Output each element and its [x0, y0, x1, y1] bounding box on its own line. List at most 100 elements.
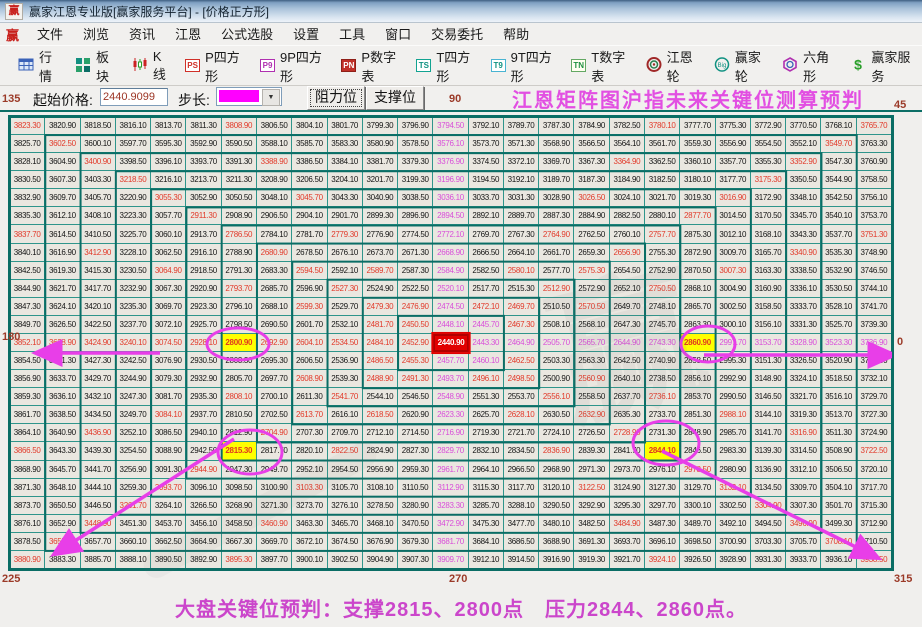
toolbar-item-t-number-table[interactable]: TN T数字表 [563, 43, 637, 89]
grid-cell: 2779.30 [327, 225, 363, 244]
grid-cell: 3112.90 [433, 478, 469, 497]
grid-cell: 3312.10 [786, 460, 822, 479]
grid-cell: 3148.90 [750, 370, 787, 389]
grid-cell: 3228.10 [115, 243, 152, 262]
grid-cell: 3223.30 [115, 207, 152, 226]
grid-cell: 3360.10 [680, 153, 716, 172]
grid-cell: 2649.70 [609, 297, 646, 316]
grid-cell: 3484.90 [609, 514, 646, 533]
grid-cell: 2692.90 [256, 333, 293, 353]
menu-item-9[interactable]: 帮助 [493, 25, 539, 44]
start-price-input[interactable] [100, 88, 168, 106]
grid-cell: 3410.50 [80, 225, 116, 244]
grid-cell: 3554.50 [750, 135, 787, 154]
grid-cell: 3115.30 [468, 478, 504, 497]
menu-item-6[interactable]: 工具 [329, 25, 375, 44]
grid-cell: 2767.30 [503, 225, 540, 244]
grid-cell: 3856.90 [10, 370, 46, 389]
grid-cell: 2980.90 [715, 460, 751, 479]
grid-cell: 2971.30 [574, 460, 610, 479]
grid-cell: 3220.90 [115, 189, 152, 208]
grid-cell: 2520.10 [433, 279, 469, 298]
badge-icon: T9 [490, 59, 506, 72]
grid-cell: 3823.30 [10, 117, 46, 136]
grid-cell: 2618.50 [362, 406, 399, 425]
step-color-dropdown[interactable]: ▼ [216, 87, 282, 106]
grid-cell: 3770.50 [786, 117, 822, 136]
grid-cell: 2584.90 [433, 261, 469, 280]
grid-cell: 2947.30 [221, 460, 257, 479]
grid-cell: 3907.30 [398, 550, 434, 569]
grid-cell: 3309.70 [786, 478, 822, 497]
grid-cell: 3316.90 [786, 424, 822, 443]
toolbar-item-9t-square[interactable]: T9 9T四方形 [483, 43, 564, 89]
toolbar-item-gann-wheel[interactable]: 江恩轮 [638, 43, 706, 89]
grid-cell: 2973.70 [609, 460, 646, 479]
support-button[interactable]: 支撑位 [366, 86, 424, 110]
menu-item-3[interactable]: 江恩 [165, 25, 211, 44]
resistance-button[interactable]: 阻力位 [307, 86, 365, 110]
grid-cell: 2808.10 [221, 388, 257, 407]
toolbar-item-p-number-table[interactable]: PN P数字表 [333, 43, 408, 89]
toolbar-item-winner-wheel[interactable]: Big 赢家轮 [706, 43, 774, 89]
grid-cell: 3588.10 [256, 135, 293, 154]
grid-cell: 2784.10 [256, 225, 293, 244]
grid-cell: 2755.30 [645, 243, 681, 262]
grid-cell: 2508.10 [539, 315, 575, 334]
toolbar-item-winner-service[interactable]: $ 赢家服务 [842, 43, 922, 89]
grid-cell: 2868.10 [680, 279, 716, 298]
toolbar-item-p-square[interactable]: PS P四方形 [177, 43, 252, 89]
grid-cell: 2966.50 [503, 460, 540, 479]
grid-cell: 3290.50 [539, 496, 575, 515]
chevron-down-icon[interactable]: ▼ [262, 89, 280, 106]
grid-cell: 2863.30 [680, 315, 716, 334]
grid-cell: 3021.70 [645, 189, 681, 208]
toolbar-item-quotes[interactable]: 行情 [10, 43, 67, 89]
grid-cell: 2532.10 [327, 315, 363, 334]
menu-item-4[interactable]: 公式选股 [211, 25, 283, 44]
menu-item-1[interactable]: 浏览 [73, 25, 119, 44]
grid-cell: 3480.10 [539, 514, 575, 533]
grid-cell: 2486.50 [362, 352, 399, 371]
grid-cell: 2740.90 [645, 352, 681, 371]
menu-item-8[interactable]: 交易委托 [421, 25, 493, 44]
grid-cell: 3753.70 [856, 207, 892, 226]
grid-cell: 3662.50 [151, 532, 187, 551]
grid-cell: 3336.10 [786, 279, 822, 298]
grid-cell: 3057.70 [151, 207, 187, 226]
grid-cell: 3700.90 [715, 532, 751, 551]
grid-cell: 2666.50 [468, 243, 504, 262]
grid-cell: 3031.30 [503, 189, 540, 208]
grid-cell: 3607.30 [45, 171, 81, 190]
toolbar-item-9p-square[interactable]: P9 9P四方形 [252, 43, 333, 89]
grid-cell: 3734.50 [856, 352, 892, 371]
grid-cell: 3614.50 [45, 225, 81, 244]
toolbar-item-sectors[interactable]: 板块 [67, 43, 124, 89]
grid-cell: 3746.50 [856, 261, 892, 280]
grid-cell: 2988.10 [715, 406, 751, 425]
menu-item-7[interactable]: 窗口 [375, 25, 421, 44]
grid-cell: 2714.50 [398, 424, 434, 443]
grid-cell: 3904.90 [362, 550, 399, 569]
grid-cell: 2623.30 [433, 406, 469, 425]
grid-cell: 3408.10 [80, 207, 116, 226]
grid-cell: 3501.70 [821, 496, 857, 515]
grid-cell: 3624.10 [45, 297, 81, 316]
grid-cell: 2628.10 [503, 406, 540, 425]
menu-item-0[interactable]: 文件 [27, 25, 73, 44]
grid-cell: 2882.50 [609, 207, 646, 226]
menu-item-2[interactable]: 资讯 [119, 25, 165, 44]
grid-cell: 2930.50 [186, 352, 222, 371]
toolbar-item-t-square[interactable]: TS T四方形 [408, 43, 482, 89]
grid-cell: 3230.50 [115, 261, 152, 280]
grid-cell: 2510.50 [539, 297, 575, 316]
toolbar-item-kline[interactable]: K线 [124, 45, 177, 87]
grid-cell: 2668.90 [433, 243, 469, 262]
grid-cell: 3895.30 [221, 550, 257, 569]
menu-item-5[interactable]: 设置 [283, 25, 329, 44]
grid-cell: 3650.50 [45, 496, 81, 515]
toolbar-item-hexagon[interactable]: 六角形 [774, 43, 842, 89]
grid-cell: 2440.90 [433, 333, 469, 353]
grid-cell: 3038.50 [398, 189, 434, 208]
grid-cell: 3045.70 [292, 189, 328, 208]
